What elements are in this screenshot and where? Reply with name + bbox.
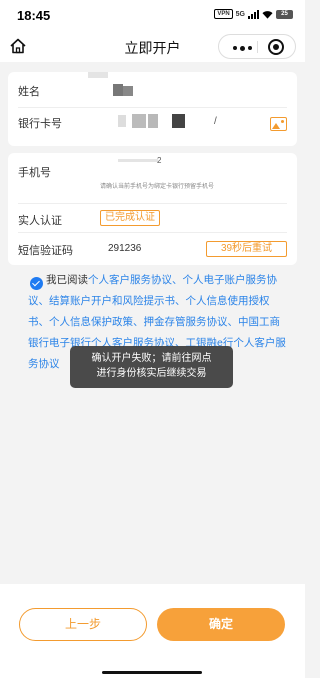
error-toast: 确认开户失败；请前往网点 进行身份核实后继续交易 — [70, 346, 233, 388]
sms-row: 短信验证码 291236 39秒后重试 — [8, 233, 297, 265]
previous-button[interactable]: 上一步 — [19, 608, 147, 641]
status-icons: VPN 5G 25 — [214, 9, 293, 19]
more-dots-icon[interactable] — [233, 45, 252, 51]
image-scan-icon[interactable] — [270, 117, 287, 131]
phone-label: 手机号 — [18, 167, 51, 179]
sms-label: 短信验证码 — [18, 245, 73, 257]
nav-bar: 立即开户 — [0, 30, 305, 62]
bank-card-mask — [172, 114, 185, 128]
footer-bar: 上一步 确定 — [0, 584, 305, 678]
phone-hint: 请确认当前手机号为绑定卡银行预留手机号 — [100, 184, 215, 190]
bank-card-suffix: / — [214, 116, 217, 127]
verify-label: 实人认证 — [18, 215, 62, 227]
status-bar: 18:45 VPN 5G 25 — [0, 0, 305, 30]
verify-row: 实人认证 已完成认证 — [8, 204, 297, 233]
agreement-prefix: 我已阅读 — [46, 274, 88, 286]
phone-suffix: 2 — [157, 156, 162, 165]
verified-badge: 已完成认证 — [100, 210, 160, 226]
vpn-badge: VPN — [214, 9, 233, 19]
phone-row[interactable]: 手机号 2 请确认当前手机号为绑定卡银行预留手机号 — [8, 153, 297, 204]
mini-program-close-icon[interactable] — [268, 39, 284, 55]
home-indicator — [0, 666, 305, 678]
bank-card-mask — [118, 115, 126, 127]
wifi-icon — [262, 10, 273, 19]
identity-card: 姓名 银行卡号 / — [8, 72, 297, 146]
sms-code-input[interactable]: 291236 — [108, 243, 141, 254]
name-mask — [88, 72, 108, 78]
bank-card-mask — [132, 114, 146, 128]
capsule-divider — [257, 41, 258, 53]
contact-card: 手机号 2 请确认当前手机号为绑定卡银行预留手机号 实人认证 已完成认证 短信验… — [8, 153, 297, 265]
name-mask — [113, 84, 123, 96]
name-mask — [123, 86, 133, 96]
toast-line-1: 确认开户失败；请前往网点 — [91, 353, 212, 364]
status-time: 18:45 — [17, 8, 51, 23]
confirm-button[interactable]: 确定 — [157, 608, 285, 641]
resend-button[interactable]: 39秒后重试 — [206, 241, 287, 257]
phone-mask — [118, 159, 158, 162]
signal-icon — [248, 9, 259, 19]
battery-icon: 25 — [276, 9, 293, 19]
mini-program-capsule — [218, 34, 296, 59]
toast-line-2: 进行身份核实后继续交易 — [96, 368, 207, 379]
bank-card-label: 银行卡号 — [18, 118, 62, 130]
name-label: 姓名 — [18, 86, 40, 98]
bank-card-mask — [148, 114, 158, 128]
name-row[interactable]: 姓名 — [8, 72, 297, 108]
network-type: 5G — [235, 10, 245, 18]
bank-card-row[interactable]: 银行卡号 / — [8, 108, 297, 146]
